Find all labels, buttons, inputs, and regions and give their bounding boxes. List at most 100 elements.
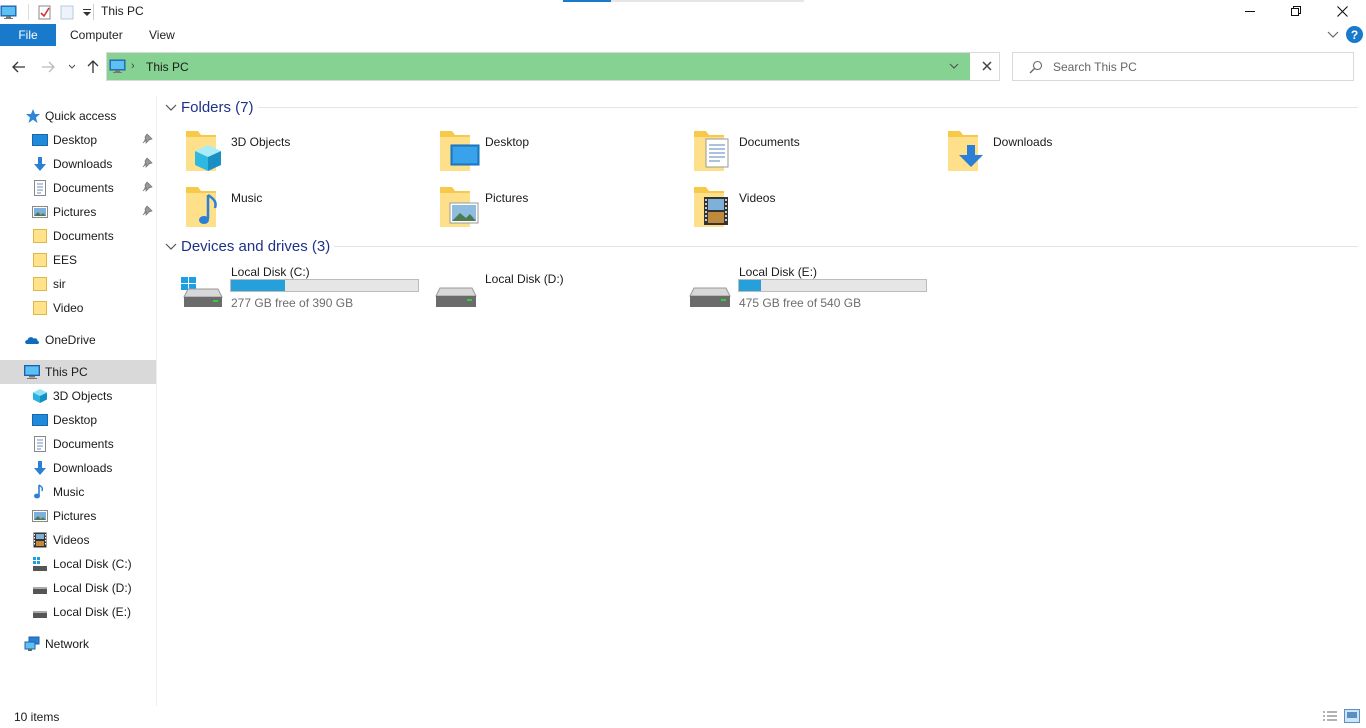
pin-icon[interactable] [141,157,153,169]
breadcrumb-chevron-icon[interactable]: › [131,60,135,72]
large-icons-view-icon[interactable] [1344,709,1360,723]
folder-name: Downloads [993,135,1053,149]
folder-name: Videos [739,191,776,205]
sidebar-item-local-disk-c[interactable]: Local Disk (C:) [0,552,156,576]
tab-computer[interactable]: Computer [70,28,123,42]
folder-tile-desktop[interactable]: Desktop [438,127,668,179]
sidebar-item-pictures[interactable]: Pictures [0,200,156,224]
minimize-button[interactable] [1227,0,1273,22]
sidebar-item-pc-pictures[interactable]: Pictures [0,504,156,528]
restore-button[interactable] [1273,0,1319,22]
pin-icon[interactable] [141,181,153,193]
help-icon[interactable]: ? [1346,26,1363,43]
sidebar-item-quick-access[interactable]: Quick access [0,104,156,128]
folder-tile-pictures[interactable]: Pictures [438,183,668,235]
expand-ribbon-chevron-icon[interactable] [1327,30,1339,40]
folder-tile-documents[interactable]: Documents [692,127,922,179]
customize-qat-chevron-icon[interactable] [81,6,93,18]
sidebar-item-desktop[interactable]: Desktop [0,128,156,152]
folder-tile-videos[interactable]: Videos [692,183,922,235]
sidebar-item-3d-objects[interactable]: 3D Objects [0,384,156,408]
folder-icon [33,301,47,315]
sidebar-label: Documents [53,229,114,243]
sidebar-item-video[interactable]: Video [0,296,156,320]
close-icon [982,61,992,71]
download-arrow-icon [34,157,46,171]
this-pc-icon [24,365,40,379]
folder-tile-downloads[interactable]: Downloads [946,127,1176,179]
sidebar-label: Pictures [53,205,97,219]
details-view-icon[interactable] [1322,710,1338,724]
window-accent-line [563,0,611,2]
sidebar-label: Local Disk (E:) [53,605,132,619]
drive-tile-e[interactable]: Local Disk (E:) 475 GB free of 540 GB [688,265,938,313]
sidebar-item-documents-folder[interactable]: Documents [0,224,156,248]
back-button[interactable] [10,58,28,76]
tab-view[interactable]: View [149,28,175,42]
up-button[interactable] [84,58,102,76]
drive-tile-c[interactable]: Local Disk (C:) 277 GB free of 390 GB [180,265,430,313]
chevron-down-icon [68,64,76,69]
forward-button[interactable] [39,58,57,76]
sidebar-item-pc-desktop[interactable]: Desktop [0,408,156,432]
group-divider [258,107,1358,108]
drive-icon [689,287,731,307]
sidebar-item-documents[interactable]: Documents [0,176,156,200]
group-header-drives[interactable]: Devices and drives (3) [165,238,330,255]
music-folder-icon [186,187,217,227]
close-button[interactable] [1319,0,1365,22]
folder-icon [33,277,47,291]
sidebar-item-pc-documents[interactable]: Documents [0,432,156,456]
drive-tile-d[interactable]: Local Disk (D:) [434,272,684,320]
folder-tile-music[interactable]: Music [184,183,414,235]
sidebar-item-this-pc[interactable]: This PC [0,360,156,384]
address-bar[interactable]: › This PC [106,52,1000,81]
new-folder-icon[interactable] [59,4,75,20]
close-icon [1336,5,1348,17]
title-bar: This PC [0,0,1366,24]
folder-tile-3d-objects[interactable]: 3D Objects [184,127,414,179]
group-title: Devices and drives (3) [181,238,331,255]
search-icon [1029,60,1043,74]
drive-name: Local Disk (D:) [485,272,564,286]
sidebar-label: Quick access [45,109,117,123]
sidebar-item-onedrive[interactable]: OneDrive [0,328,156,352]
minimize-icon [1245,11,1255,12]
cloud-icon [25,337,39,344]
sidebar-item-local-disk-e[interactable]: Local Disk (E:) [0,600,156,624]
pin-icon[interactable] [141,205,153,217]
sidebar-label: Pictures [53,509,97,523]
download-arrow-icon [34,461,46,475]
drive-usage-bar [230,279,419,292]
document-icon [34,180,46,196]
sidebar-item-music[interactable]: Music [0,480,156,504]
tab-file[interactable]: File [0,24,56,46]
collapse-chevron-icon[interactable] [165,103,177,113]
pin-icon[interactable] [141,133,153,145]
sidebar-item-pc-downloads[interactable]: Downloads [0,456,156,480]
collapse-chevron-icon[interactable] [165,242,177,252]
back-arrow-icon [12,61,25,73]
address-highlight [107,53,970,80]
up-arrow-icon [87,60,99,73]
group-divider [334,246,1358,247]
group-header-folders[interactable]: Folders (7) [165,99,254,116]
clear-address-button[interactable] [978,57,996,75]
search-box[interactable]: Search This PC [1012,52,1354,81]
folder-name: Music [231,191,263,205]
breadcrumb-this-pc[interactable]: This PC [146,60,189,74]
address-history-chevron-icon[interactable] [947,59,961,73]
recent-locations-button[interactable] [63,58,81,76]
properties-icon[interactable] [37,4,53,20]
drive-usage-fill [739,280,762,291]
sidebar-item-ees[interactable]: EES [0,248,156,272]
sidebar-item-downloads[interactable]: Downloads [0,152,156,176]
film-strip-icon [33,532,47,548]
search-placeholder: Search This PC [1053,60,1137,74]
sidebar-item-videos[interactable]: Videos [0,528,156,552]
sidebar-item-network[interactable]: Network [0,632,156,656]
3d-objects-folder-icon [186,131,221,171]
sidebar-item-sir[interactable]: sir [0,272,156,296]
sidebar-item-local-disk-d[interactable]: Local Disk (D:) [0,576,156,600]
this-pc-icon[interactable] [0,4,18,20]
